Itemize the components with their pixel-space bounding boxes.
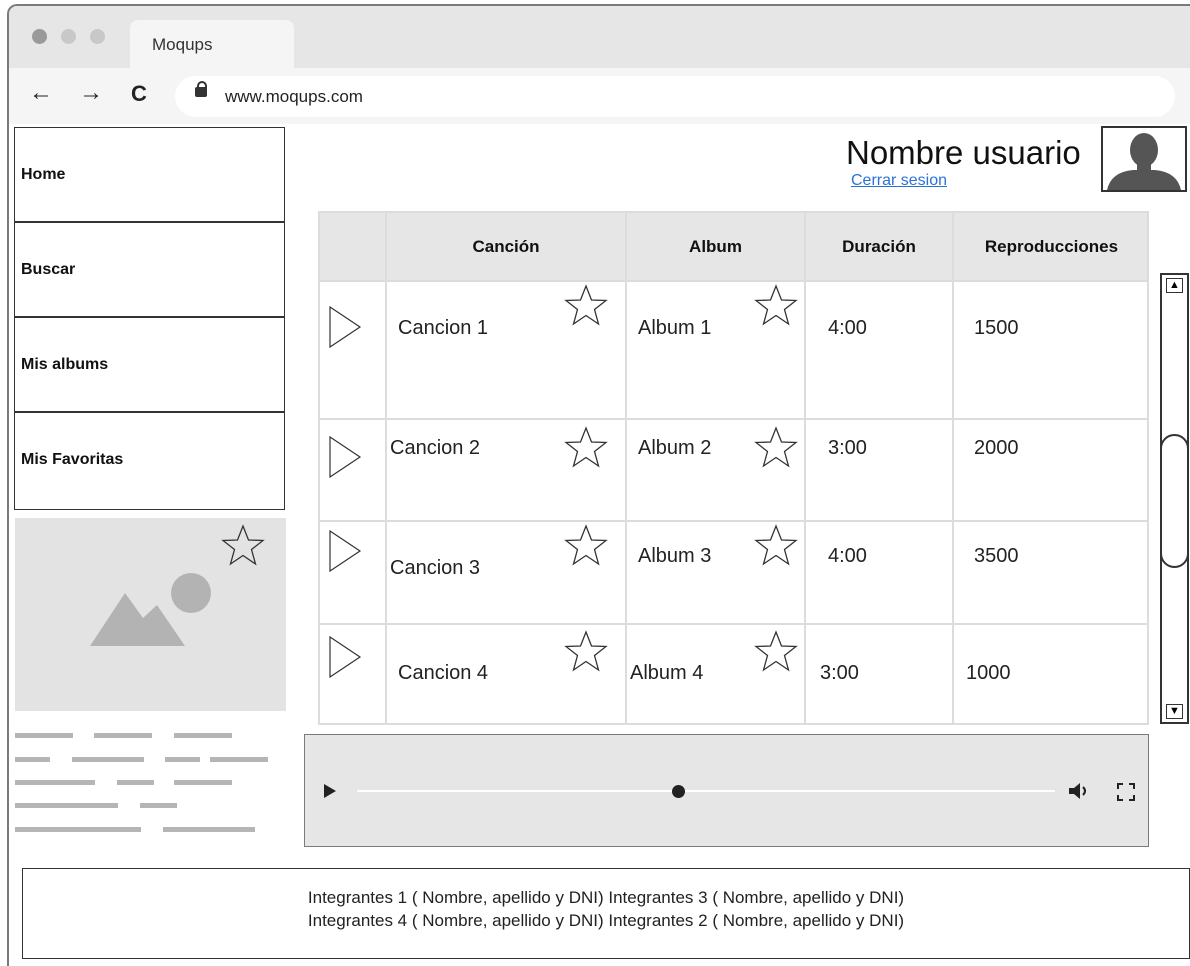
- play-icon[interactable]: [328, 635, 362, 679]
- song-title: Cancion 1: [398, 317, 489, 339]
- lock-icon: [195, 81, 207, 97]
- maximize-window-dot[interactable]: [90, 29, 105, 44]
- progress-knob[interactable]: [672, 785, 686, 798]
- favorite-star-icon[interactable]: [220, 523, 266, 569]
- duration: 3:00: [828, 437, 867, 459]
- sidebar-item-buscar[interactable]: Buscar: [14, 222, 285, 317]
- media-player: [304, 734, 1149, 847]
- table-scrollbar[interactable]: ▲ ▼: [1160, 273, 1189, 724]
- browser-tab[interactable]: Moqups: [130, 20, 294, 68]
- scroll-down-arrow-icon[interactable]: ▼: [1166, 704, 1183, 719]
- sidebar-item-label: Mis albums: [21, 356, 109, 373]
- column-header-cancion[interactable]: Canción: [387, 237, 625, 257]
- fullscreen-icon[interactable]: [1117, 783, 1135, 801]
- song-title: Cancion 4: [398, 662, 489, 684]
- footer-line: Integrantes 4 ( Nombre, apellido y DNI) …: [307, 911, 905, 930]
- user-avatar-icon: [1107, 133, 1181, 190]
- play-icon[interactable]: [328, 529, 362, 573]
- title-bar: Moqups: [9, 6, 1190, 68]
- username: Nombre usuario: [846, 134, 1081, 171]
- url-field[interactable]: www.moqups.com: [175, 76, 1175, 117]
- scrollbar-thumb[interactable]: [1160, 434, 1189, 568]
- play-count: 2000: [974, 437, 1019, 459]
- url-text: www.moqups.com: [225, 87, 363, 106]
- favorite-star-icon[interactable]: [563, 523, 609, 569]
- forward-icon[interactable]: →: [79, 81, 103, 105]
- favorite-star-icon[interactable]: [753, 283, 799, 329]
- duration: 4:00: [828, 317, 867, 339]
- volume-icon[interactable]: [1068, 781, 1092, 801]
- play-icon[interactable]: [328, 305, 362, 349]
- footer: Integrantes 1 ( Nombre, apellido y DNI) …: [22, 868, 1190, 959]
- sidebar-item-mis-favoritas[interactable]: Mis Favoritas: [14, 412, 285, 510]
- column-header-reproducciones[interactable]: Reproducciones: [954, 237, 1149, 257]
- progress-track[interactable]: [357, 790, 1055, 792]
- duration: 4:00: [828, 545, 867, 567]
- sidebar-item-mis-albums[interactable]: Mis albums: [14, 317, 285, 412]
- favorite-star-icon[interactable]: [753, 629, 799, 675]
- album-name: Album 1: [638, 317, 712, 339]
- play-count: 1000: [966, 662, 1011, 684]
- duration: 3:00: [820, 662, 859, 684]
- tab-title: Moqups: [152, 35, 213, 54]
- sidebar-item-label: Home: [21, 166, 66, 183]
- address-bar-row: ← → C www.moqups.com: [9, 68, 1190, 124]
- scroll-up-arrow-icon[interactable]: ▲: [1166, 278, 1183, 293]
- column-header-album[interactable]: Album: [627, 237, 804, 257]
- sidebar-item-label: Mis Favoritas: [21, 451, 124, 468]
- album-name: Album 2: [638, 437, 712, 459]
- avatar[interactable]: [1101, 126, 1187, 192]
- play-count: 1500: [974, 317, 1019, 339]
- favorite-star-icon[interactable]: [753, 425, 799, 471]
- favorite-star-icon[interactable]: [563, 283, 609, 329]
- column-header-duracion[interactable]: Duración: [806, 237, 952, 257]
- album-name: Album 3: [638, 545, 712, 567]
- favorite-star-icon[interactable]: [563, 629, 609, 675]
- reload-icon[interactable]: C: [131, 83, 147, 105]
- song-title: Cancion 3: [390, 557, 481, 579]
- play-icon[interactable]: [323, 783, 337, 799]
- sidebar-item-home[interactable]: Home: [14, 127, 285, 222]
- footer-line: Integrantes 1 ( Nombre, apellido y DNI) …: [307, 888, 905, 907]
- song-title: Cancion 2: [390, 437, 481, 459]
- favorite-star-icon[interactable]: [753, 523, 799, 569]
- album-name: Album 4: [630, 662, 704, 684]
- close-window-dot[interactable]: [32, 29, 47, 44]
- songs-table: Canción Album Duración Reproducciones Ca…: [318, 211, 1149, 725]
- play-count: 3500: [974, 545, 1019, 567]
- sidebar-item-label: Buscar: [21, 261, 76, 278]
- album-cover-placeholder: [15, 518, 286, 711]
- minimize-window-dot[interactable]: [61, 29, 76, 44]
- logout-link[interactable]: Cerrar sesion: [851, 172, 947, 190]
- back-icon[interactable]: ←: [29, 81, 53, 105]
- favorite-star-icon[interactable]: [563, 425, 609, 471]
- play-icon[interactable]: [328, 435, 362, 479]
